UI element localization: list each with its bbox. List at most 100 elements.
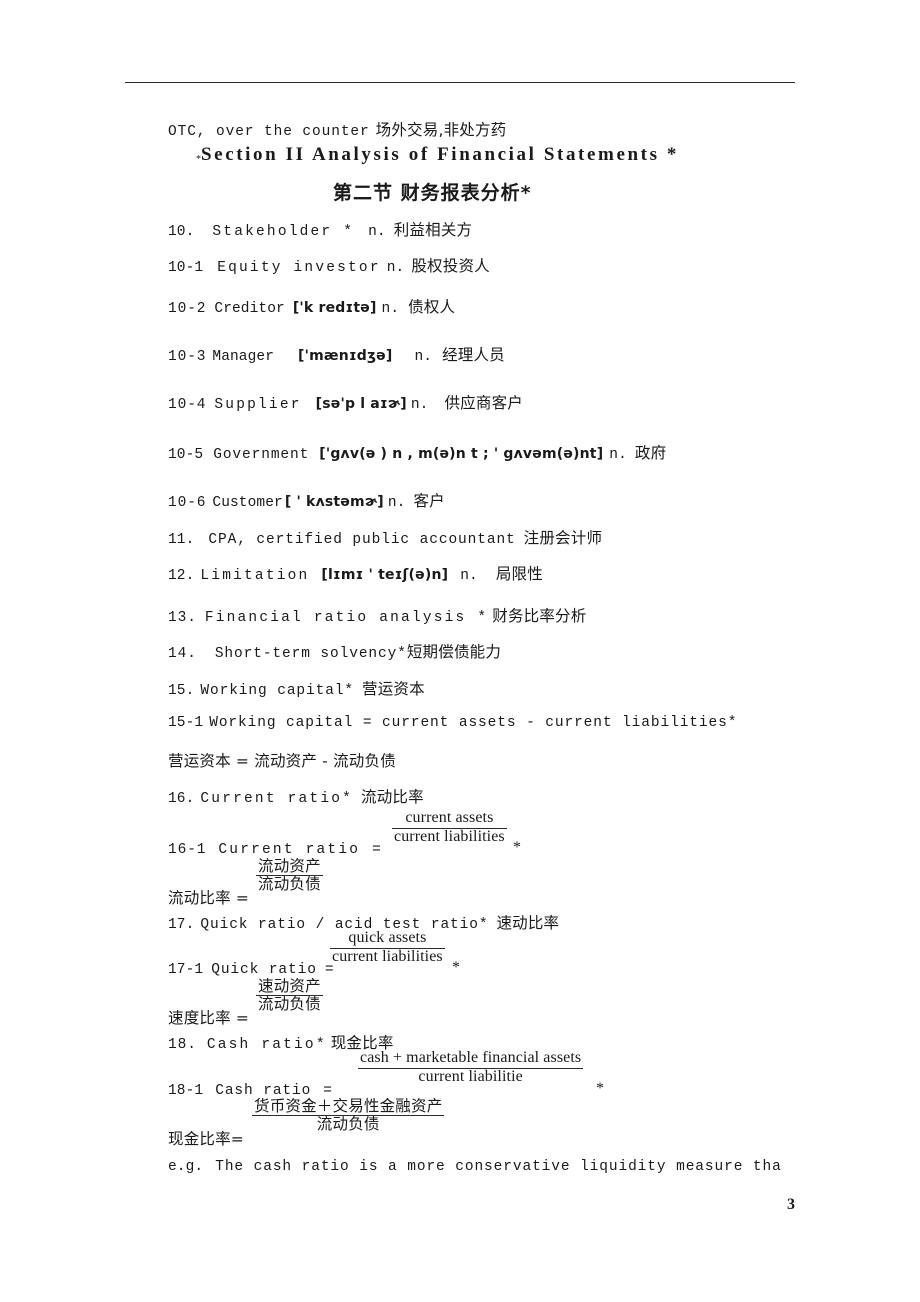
entry-10-3: 10-3 Manager ['mænɪdʒə] n. 经理人员 [168, 343, 505, 365]
cash-ratio-numerator: cash + marketable financial assets [360, 1049, 582, 1066]
document-page: OTC, over the counter 场外交易,非处方药 *Section … [0, 0, 920, 1302]
entry-12-english: Limitation [200, 568, 310, 584]
entry-10-4-english: Supplier [214, 397, 302, 413]
current-ratio-chinese-label: 流动比率 = [168, 886, 249, 908]
example-line: e.g. The cash ratio is a more conservativ… [168, 1157, 782, 1175]
entry-13-number: 13. [168, 610, 197, 626]
entry-18-english: Cash ratio* [206, 1037, 327, 1053]
entry-17-1-number: 17-1 [168, 962, 204, 978]
entry-16: 16. Current ratio* 流动比率 [168, 785, 424, 807]
cash-ratio-denominator: current liabilitie [418, 1067, 523, 1085]
current-ratio-chinese-fraction: 流动资产 流动负债 [256, 858, 323, 893]
entry-14-english: Short-term solvency* [214, 646, 407, 662]
entry-17-1: 17-1 Quick ratio = [168, 960, 334, 978]
current-ratio-chinese-label-text: 流动比率 = [168, 889, 250, 907]
current-ratio-star: * [513, 839, 521, 857]
entry-18-1-number: 18-1 [168, 1083, 204, 1099]
entry-10-1-number: 10-1 [168, 260, 204, 276]
entry-10-6-english: Customer [212, 495, 283, 511]
entry-10-1-pos: n. [386, 260, 405, 276]
entry-14: 14. Short-term solvency*短期偿债能力 [168, 640, 501, 662]
section-heading-english: *Section II Analysis of Financial Statem… [196, 144, 679, 166]
quick-ratio-chinese-label-text: 速度比率 = [168, 1009, 250, 1027]
entry-10-5-chinese: 政府 [634, 444, 667, 462]
entry-11-number: 11. [168, 532, 195, 548]
current-ratio-chinese-numerator: 流动资产 [258, 857, 321, 875]
cash-ratio-chinese-denominator: 流动负债 [316, 1115, 380, 1134]
cash-ratio-chinese-label: 现金比率= [168, 1127, 244, 1149]
quick-ratio-numerator: quick assets [348, 929, 427, 946]
current-ratio-denominator: current liabilities [394, 827, 505, 845]
entry-15-number: 15. [168, 683, 195, 699]
entry-10-1-english: Equity investor [217, 260, 381, 276]
example-label: e.g. [168, 1159, 204, 1175]
current-ratio-numerator: current assets [405, 809, 494, 826]
entry-10-4-number: 10-4 [168, 397, 207, 413]
entry-10-3-pos: n. [414, 349, 433, 365]
entry-10-5-english: Government [213, 447, 310, 463]
entry-10-3-english: Manager [212, 349, 275, 365]
entry-15-1-chinese: 营运资本 = 流动资产 - 流动负债 [168, 752, 396, 770]
entry-14-chinese: 短期偿债能力 [406, 643, 502, 661]
entry-10-6-ipa: [ ' kʌstəmɚ] [284, 494, 384, 510]
entry-10-2-chinese: 债权人 [408, 298, 456, 316]
entry-15-1: 15-1 Working capital = current assets - c… [168, 713, 737, 731]
entry-10-2-number: 10-2 [168, 301, 207, 317]
entry-10-4-pos: n. [410, 397, 429, 413]
entry-10-6: 10-6 Customer[ ' kʌstəmɚ] n. 客户 [168, 489, 445, 511]
otc-english: OTC, over the counter [168, 124, 370, 140]
entry-17-chinese: 速动比率 [496, 914, 560, 932]
entry-16-chinese: 流动比率 [361, 788, 424, 806]
entry-10-english: Stakeholder * [212, 224, 355, 240]
line-otc: OTC, over the counter 场外交易,非处方药 [168, 118, 506, 140]
quick-ratio-chinese-denominator: 流动负债 [258, 995, 321, 1014]
entry-11-chinese: 注册会计师 [523, 529, 603, 547]
entry-12-number: 12. [168, 568, 195, 584]
entry-16-1-equals: = [372, 842, 381, 858]
entry-10-2: 10-2 Creditor ['k redɪtə] n. 债权人 [168, 295, 455, 317]
cash-ratio-chinese-numerator: 货币资金＋交易性金融资产 [254, 1097, 443, 1115]
header-rule [125, 82, 795, 83]
entry-10-2-english: Creditor [214, 301, 285, 317]
entry-14-number: 14. [168, 646, 197, 662]
entry-10-4-ipa: [sə'p l aɪɚ] [315, 396, 407, 412]
entry-13: 13. Financial ratio analysis * 财务比率分析 [168, 604, 586, 626]
entry-10-1: 10-1 Equity investor n. 股权投资人 [168, 254, 490, 276]
quick-ratio-denominator: current liabilities [332, 947, 443, 965]
section-heading-chinese: 第二节 财务报表分析* [333, 178, 532, 205]
entry-16-1-number: 16-1 [168, 842, 207, 858]
entry-15-1-number: 15-1 [168, 715, 204, 731]
entry-15: 15. Working capital* 营运资本 [168, 677, 425, 699]
entry-10-3-number: 10-3 [168, 349, 207, 365]
entry-10-6-number: 10-6 [168, 495, 207, 511]
entry-12-ipa: [lɪmɪ ' teɪʃ(ə)n] [321, 567, 449, 583]
quick-ratio-star: * [452, 959, 460, 977]
entry-10-2-pos: n. [381, 301, 400, 317]
current-ratio-chinese-denominator: 流动负债 [258, 875, 321, 894]
entry-17-number: 17. [168, 917, 195, 933]
entry-10-3-chinese: 经理人员 [442, 346, 505, 364]
quick-ratio-chinese-label: 速度比率 = [168, 1006, 249, 1028]
entry-15-1-english: Working capital = current assets - curre… [209, 715, 738, 731]
entry-16-1-english: Current ratio [218, 842, 361, 858]
entry-13-chinese: 财务比率分析 [492, 607, 587, 625]
entry-12-pos: n. [460, 568, 478, 584]
entry-10-6-chinese: 客户 [413, 492, 445, 510]
current-ratio-fraction: current assets current liabilities [392, 809, 507, 846]
cash-ratio-fraction: cash + marketable financial assets curre… [358, 1049, 584, 1086]
entry-13-english: Financial ratio analysis * [204, 610, 489, 626]
cash-ratio-star: * [596, 1080, 604, 1098]
entry-10-number: 10. [168, 224, 195, 240]
entry-10-4-chinese: 供应商客户 [444, 394, 523, 412]
otc-chinese: 场外交易,非处方药 [375, 121, 507, 139]
entry-15-chinese: 营运资本 [362, 680, 425, 698]
entry-10-5-number: 10-5 [168, 447, 204, 463]
entry-17-1-english: Quick ratio [211, 962, 317, 978]
entry-10-6-pos: n. [387, 495, 406, 511]
page-number: 3 [787, 1196, 795, 1213]
current-ratio-star-text: * [513, 839, 522, 856]
entry-12: 12. Limitation [lɪmɪ ' teɪʃ(ə)n] n. 局限性 [168, 562, 543, 584]
entry-11-english: CPA, certified public accountant [208, 532, 516, 548]
entry-10-3-ipa: ['mænɪdʒə] [298, 348, 393, 364]
entry-10: 10. Stakeholder * n. 利益相关方 [168, 218, 472, 240]
